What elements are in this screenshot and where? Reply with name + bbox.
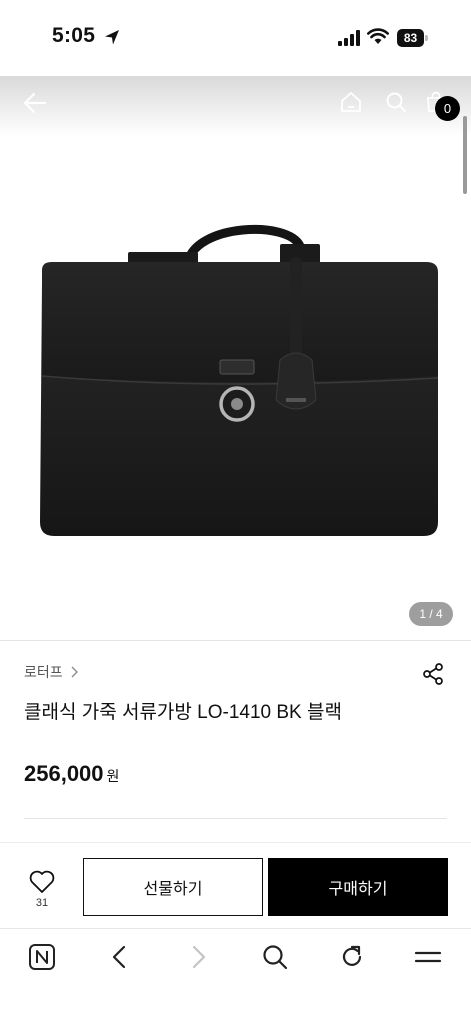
battery-indicator: 83 [397,29,429,47]
chevron-left-icon[interactable] [106,943,134,971]
product-photo-briefcase [40,225,439,536]
share-icon[interactable] [421,662,445,686]
image-page-indicator: 1 / 4 [409,602,453,626]
battery-level: 83 [397,29,424,47]
search-icon[interactable] [384,90,408,114]
status-bar: 5:05 83 [0,0,471,76]
brand-name: 로터프 [24,664,63,680]
scroll-indicator [463,116,467,194]
product-image-gallery[interactable]: 0 1 / 4 [0,76,471,640]
buy-button[interactable]: 구매하기 [268,858,448,916]
chevron-right-icon[interactable] [184,943,212,971]
divider [0,640,471,641]
browser-toolbar [0,928,471,1024]
battery-tip [425,35,428,41]
cart-count-badge: 0 [435,96,460,121]
gift-button[interactable]: 선물하기 [83,858,263,916]
location-arrow-icon [105,30,119,45]
heart-icon[interactable] [28,869,56,895]
purchase-action-bar: 31 선물하기 구매하기 [0,842,471,928]
refresh-icon[interactable] [338,943,366,971]
chevron-right-icon [71,666,78,678]
product-price: 256,000 원 [24,761,119,787]
divider [24,818,447,819]
home-icon[interactable] [339,90,363,114]
price-currency: 원 [106,768,120,784]
price-value: 256,000 [24,761,104,786]
product-title: 클래식 가죽 서류가방 LO-1410 BK 블랙 [24,702,342,723]
arrow-left-icon[interactable] [22,90,48,116]
search-icon[interactable] [261,943,289,971]
like-count: 31 [35,897,49,909]
status-time: 5:05 [52,24,96,47]
cellular-signal-icon [338,30,360,46]
wifi-icon [367,28,389,44]
naver-n-icon[interactable] [28,943,56,971]
menu-icon[interactable] [414,943,442,971]
brand-link[interactable]: 로터프 [24,662,79,682]
